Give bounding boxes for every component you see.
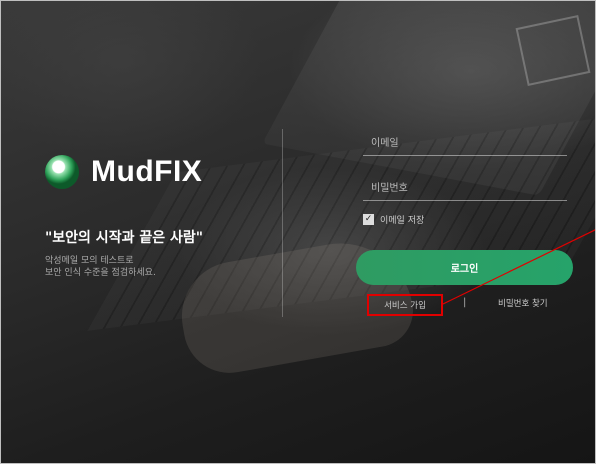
annotation-arrow-line: [442, 229, 595, 305]
login-page: MudFIX "보안의 시작과 끝은 사람" 악성메일 모의 테스트로 보안 인…: [0, 0, 596, 464]
annotation-overlay: [442, 229, 595, 305]
